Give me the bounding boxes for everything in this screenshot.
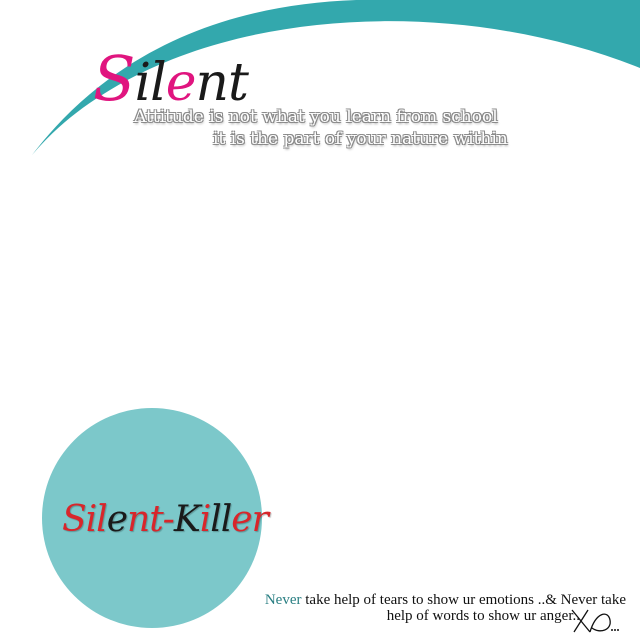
title-silent: Silent: [93, 48, 249, 113]
title-letter: l: [150, 53, 167, 113]
logo-letters: er: [231, 499, 269, 540]
quote-line-1: Attitude is not what you learn from scho…: [134, 107, 498, 127]
logo-letters: Sil: [62, 499, 108, 540]
quote-line-2: it is the part of your nature within: [213, 129, 508, 149]
title-letter: S: [93, 42, 135, 115]
poster: Silent Attitude is not what you learn fr…: [0, 0, 640, 640]
title-letter: e: [165, 53, 197, 113]
logo-letters: i: [199, 499, 211, 540]
logo-letters: K: [173, 499, 201, 540]
signature-icon: [571, 609, 619, 633]
logo-letters: nt-: [127, 499, 175, 540]
title-letter: n: [195, 53, 229, 113]
title-letter: t: [228, 53, 249, 113]
logo-letters: ll: [210, 499, 232, 540]
caption-accent-word: Never: [264, 592, 302, 608]
title-letter: i: [134, 53, 151, 113]
logo-letters: e: [106, 499, 128, 540]
logo-silent-killer: Silent-Killer: [62, 499, 269, 540]
